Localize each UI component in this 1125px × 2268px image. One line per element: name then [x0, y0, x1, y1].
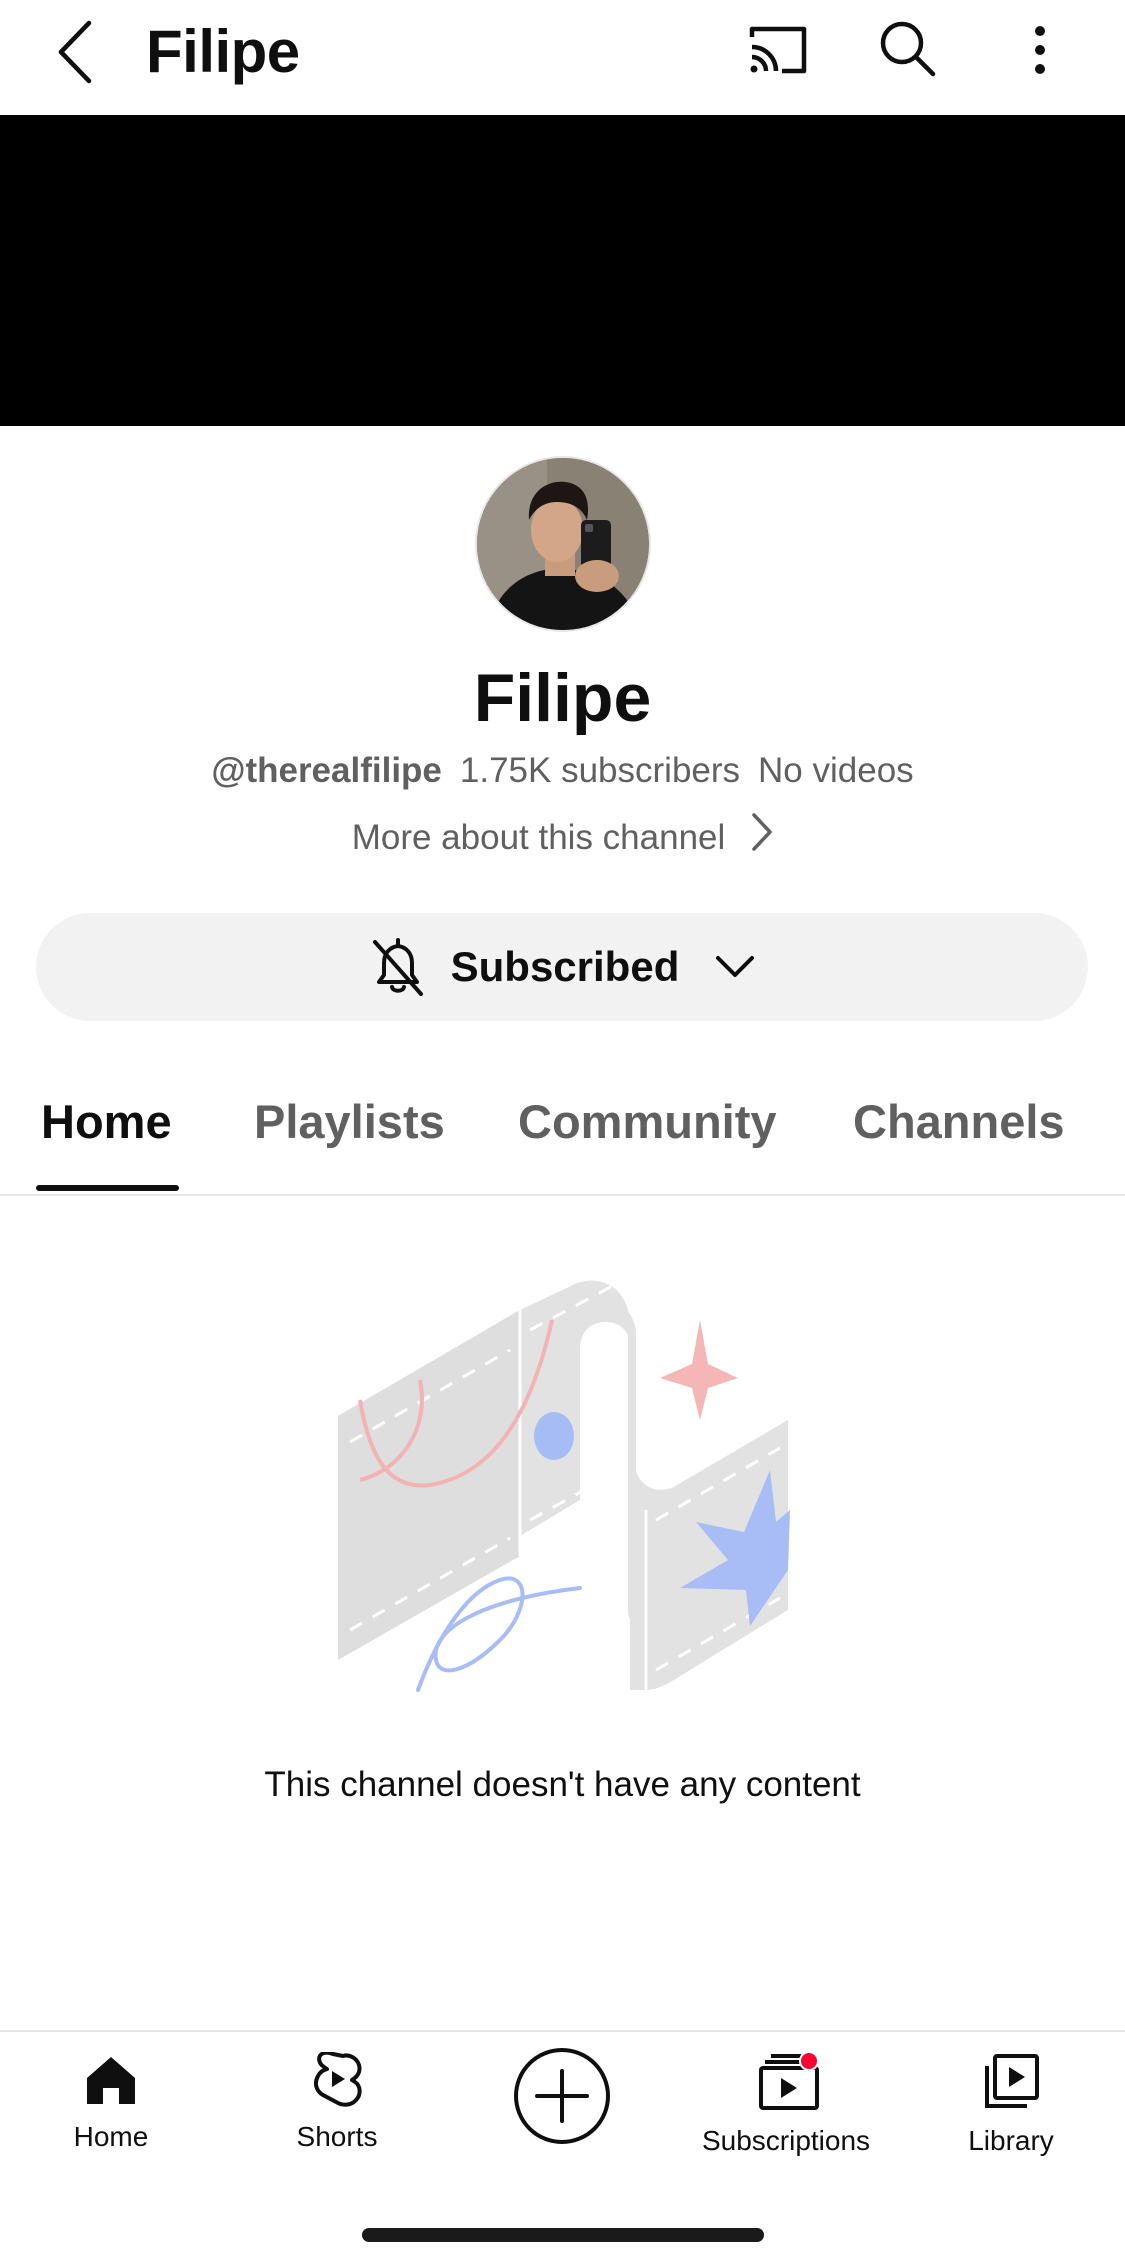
tab-channels[interactable]: Channels — [853, 1092, 1065, 1152]
page-title: Filipe — [146, 18, 300, 85]
tab-playlists[interactable]: Playlists — [254, 1092, 445, 1152]
more-vertical-icon — [1035, 26, 1045, 74]
empty-state-illustration — [330, 1270, 795, 1710]
avatar-photo — [477, 458, 649, 630]
library-icon — [985, 2054, 1039, 2108]
channel-tabs: Home Playlists Community Channels — [0, 1062, 1125, 1196]
cast-icon — [749, 26, 806, 74]
nav-home-label: Home — [73, 2121, 149, 2152]
channel-meta: @therealfilipe 1.75K subscribers No videos — [0, 746, 1125, 796]
subscriber-count: 1.75K subscribers — [459, 751, 741, 790]
cast-button[interactable] — [740, 18, 815, 82]
search-button[interactable] — [875, 16, 941, 82]
channel-banner — [0, 115, 1125, 426]
chevron-right-icon — [751, 812, 773, 867]
channel-handle: @therealfilipe — [211, 751, 442, 790]
tab-community[interactable]: Community — [518, 1092, 777, 1152]
nav-subscriptions-label: Subscriptions — [701, 2125, 871, 2156]
top-app-bar: Filipe — [0, 0, 1125, 115]
more-options-button[interactable] — [1020, 18, 1060, 82]
home-indicator[interactable] — [362, 2228, 764, 2242]
search-icon — [880, 21, 936, 77]
chevron-down-icon — [716, 956, 755, 977]
nav-library[interactable]: Library — [911, 2052, 1111, 2159]
subscriptions-icon — [759, 2051, 819, 2110]
active-tab-indicator — [36, 1185, 179, 1191]
tab-home[interactable]: Home — [41, 1092, 172, 1152]
home-icon — [87, 2057, 135, 2104]
create-icon — [514, 2048, 610, 2144]
back-arrow-icon — [58, 20, 92, 84]
nav-library-label: Library — [968, 2125, 1054, 2156]
subscribed-label: Subscribed — [450, 943, 680, 990]
nav-home[interactable]: Home — [11, 2052, 211, 2155]
subscribed-button[interactable]: Subscribed — [36, 913, 1088, 1021]
nav-create[interactable] — [462, 2046, 662, 2151]
bell-off-icon — [372, 938, 423, 996]
nav-shorts[interactable]: Shorts — [237, 2050, 437, 2155]
shorts-icon — [313, 2050, 362, 2107]
nav-subscriptions[interactable]: Subscriptions — [686, 2051, 886, 2159]
empty-state-message: This channel doesn't have any content — [264, 1765, 861, 1804]
more-about-label: More about this channel — [351, 818, 726, 857]
more-about-channel-link[interactable]: More about this channel — [0, 812, 1125, 867]
back-button[interactable] — [40, 12, 110, 92]
video-count: No videos — [758, 751, 914, 790]
nav-shorts-label: Shorts — [296, 2121, 378, 2152]
channel-avatar[interactable] — [477, 458, 649, 630]
channel-name: Filipe — [473, 660, 652, 736]
